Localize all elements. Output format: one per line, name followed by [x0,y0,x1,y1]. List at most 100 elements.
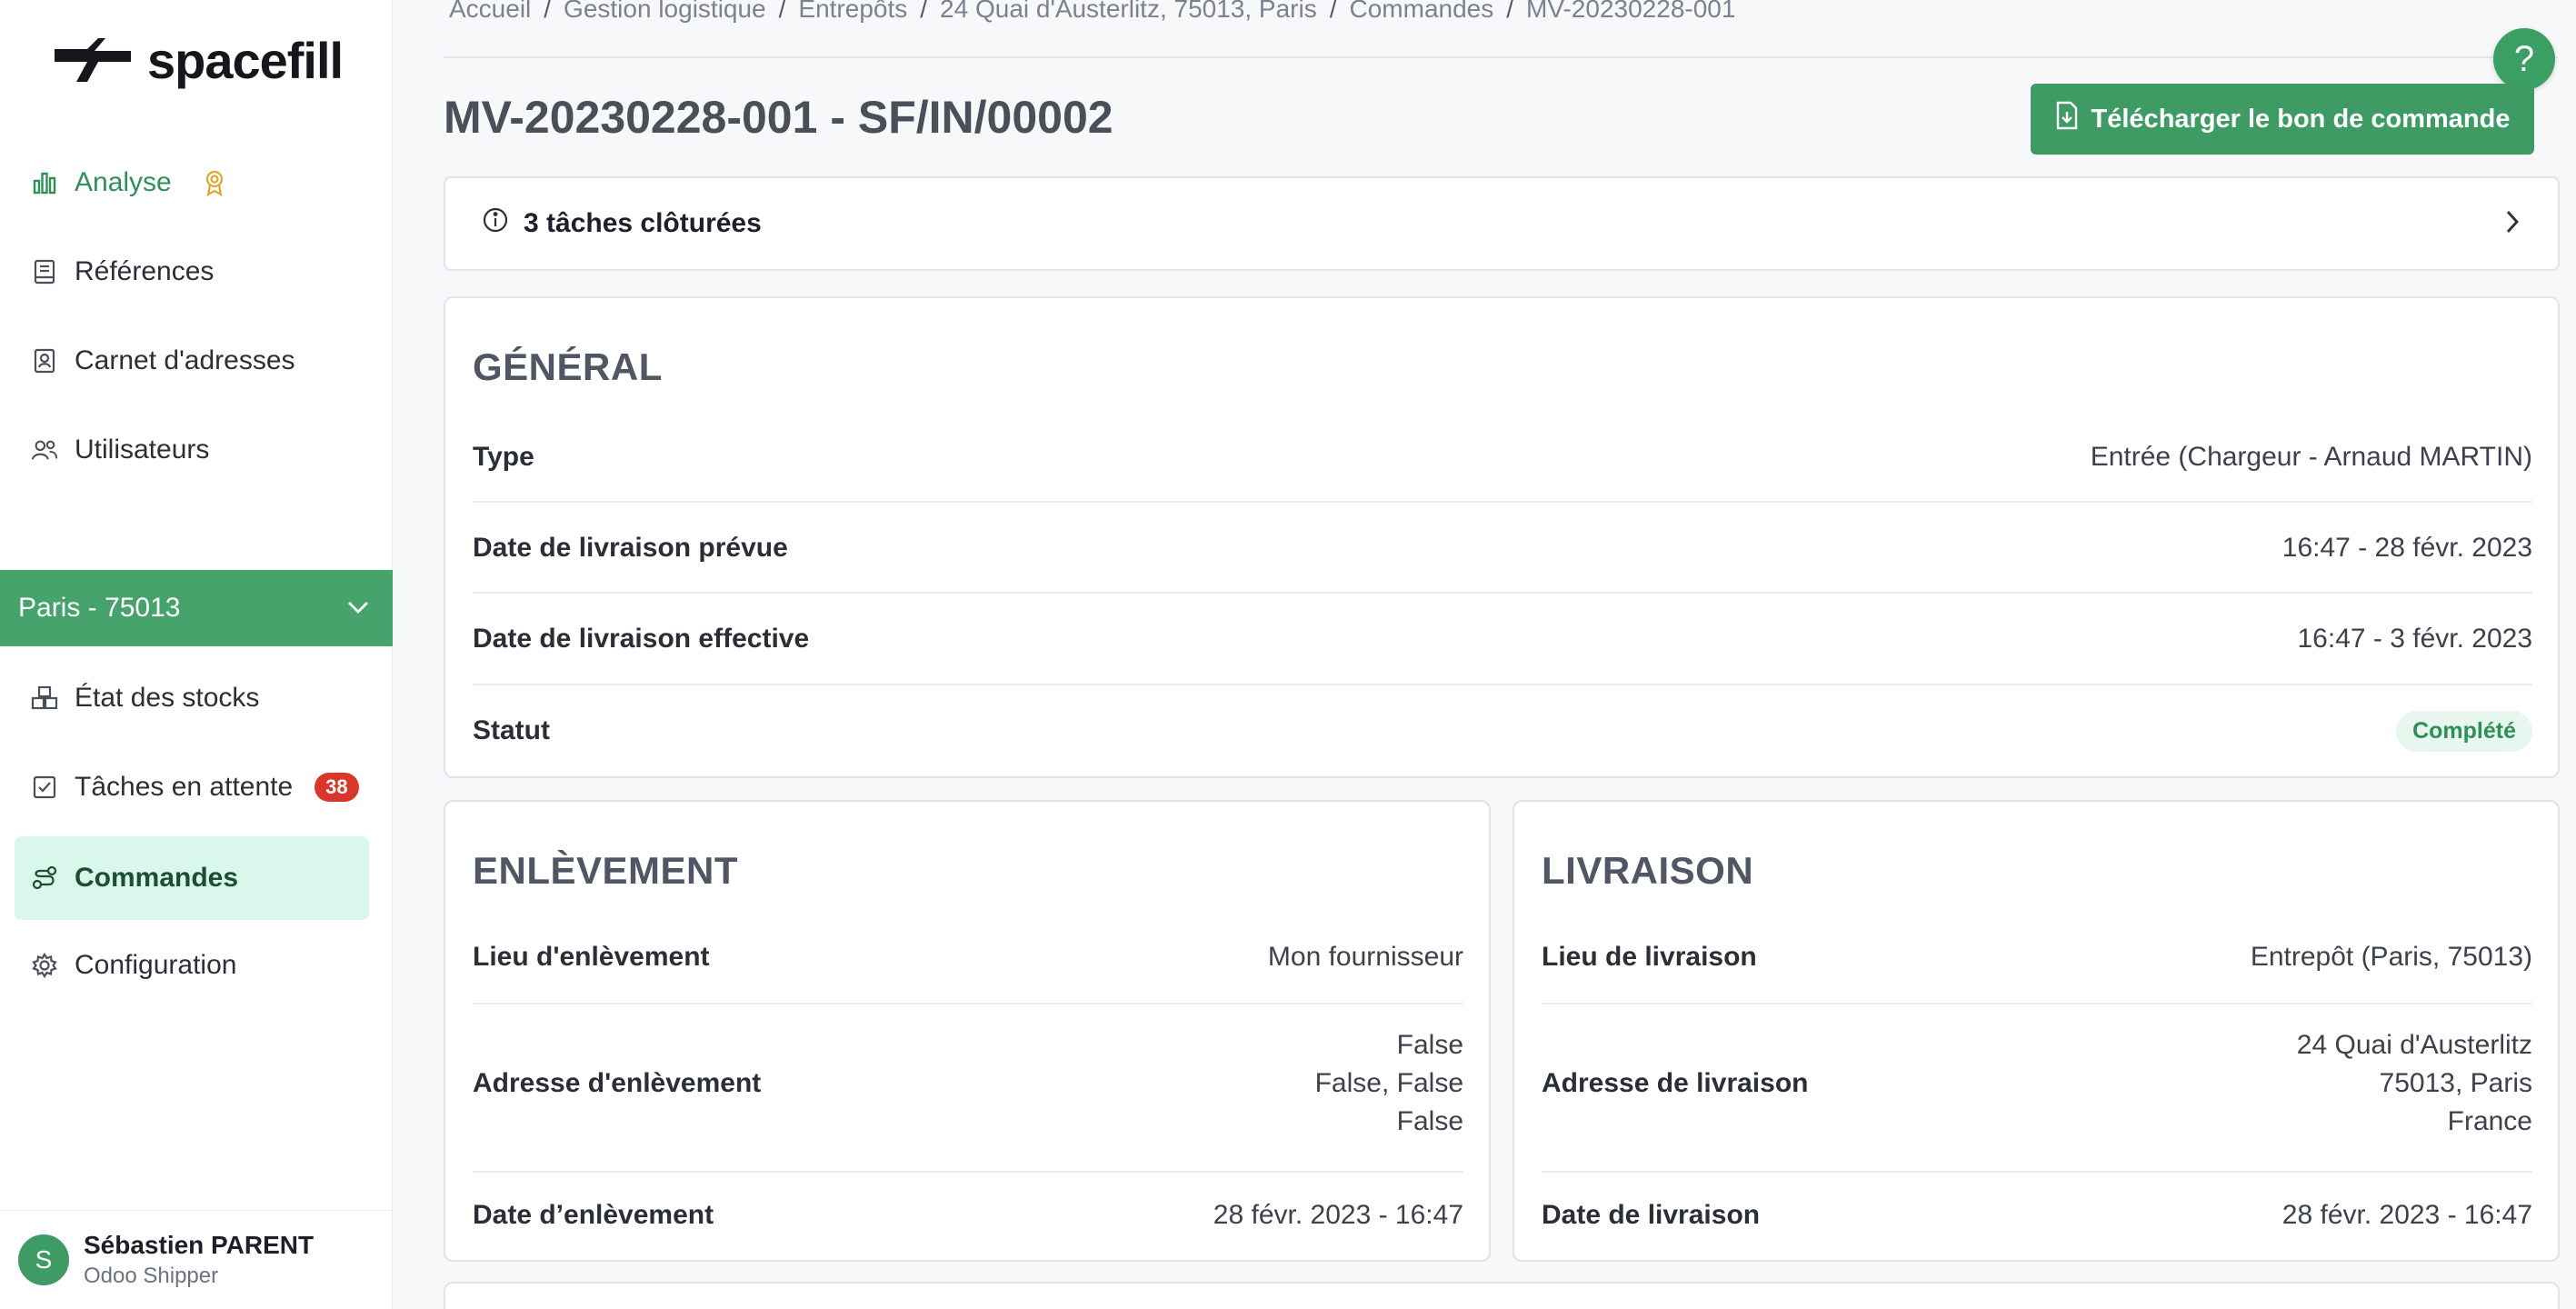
general-row-effective-date: Date de livraison effective 16:47 - 3 fé… [473,616,2532,662]
sidebar-item-label: Configuration [75,950,237,980]
row-label: Lieu d'enlèvement [473,942,710,972]
sidebar-item-analyse[interactable]: Analyse [15,141,369,225]
pending-tasks-count-badge: 38 [315,773,359,802]
breadcrumb-item-orders[interactable]: Commandes [1350,0,1494,31]
row-label: Lieu de livraison [1542,942,1757,972]
address-line: False [1396,1030,1463,1060]
general-card: GÉNÉRAL Type Entrée (Chargeur - Arnaud M… [444,296,2560,778]
sidebar-item-address-book[interactable]: Carnet d'adresses [15,319,369,403]
row-value: 16:47 - 3 févr. 2023 [2297,624,2532,654]
delivery-card: LIVRAISON Lieu de livraison Entrepôt (Pa… [1513,800,2560,1262]
spacefill-logo[interactable]: spacefill [51,31,344,89]
breadcrumb-item-home[interactable]: Accueil [449,0,531,31]
pickup-card: ENLÈVEMENT Lieu d'enlèvement Mon fournis… [444,800,1491,1262]
breadcrumb-separator: / [778,0,786,23]
breadcrumb-divider [444,56,2558,58]
download-order-button[interactable]: Télécharger le bon de commande [2031,84,2534,155]
delivery-row-date: Date de livraison 28 févr. 2023 - 16:47 [1542,1193,2532,1238]
closed-tasks-bar[interactable]: 3 tâches clôturées [444,176,2560,271]
bar-chart-icon [31,169,58,196]
general-row-planned-date: Date de livraison prévue 16:47 - 28 févr… [473,525,2532,571]
delivery-row-place: Lieu de livraison Entrepôt (Paris, 75013… [1542,934,2532,980]
breadcrumb: Accueil / Gestion logistique / Entrepôts… [449,0,1735,31]
address-value: False False, False False [1315,1026,1463,1141]
row-value: Mon fournisseur [1267,942,1463,972]
row-divider [1542,1171,2532,1173]
route-icon [31,864,58,892]
sidebar-item-stock-state[interactable]: État des stocks [15,656,369,740]
page-title: MV-20230228-001 - SF/IN/00002 [444,92,1113,143]
breadcrumb-separator: / [544,0,552,23]
breadcrumb-separator: / [1506,0,1514,23]
breadcrumb-item-warehouses[interactable]: Entrepôts [798,0,907,31]
row-divider [473,1171,1463,1173]
general-title: GÉNÉRAL [473,345,663,388]
sidebar-item-users[interactable]: Utilisateurs [15,408,369,492]
status-badge: Complété [2396,710,2532,752]
breadcrumb-separator: / [920,0,928,23]
sidebar-item-label: Références [75,256,215,286]
row-label: Adresse d'enlèvement [473,1068,762,1098]
row-label: Date de livraison effective [473,624,810,654]
spacefill-logo-icon [55,38,131,82]
row-label: Date d’enlèvement [473,1200,714,1230]
row-divider [473,501,2532,503]
closed-tasks-label: 3 tâches clôturées [524,208,762,238]
brand-name: spacefill [147,31,344,89]
pickup-row-place: Lieu d'enlèvement Mon fournisseur [473,934,1463,980]
sidebar-item-references[interactable]: Références [15,230,369,314]
address-value: 24 Quai d'Austerlitz 75013, Paris France [2297,1026,2532,1141]
contact-book-icon [31,347,58,375]
sidebar-item-orders[interactable]: Commandes [15,836,369,920]
breadcrumb-item-logistics[interactable]: Gestion logistique [564,0,766,31]
checkbox-icon [31,774,58,801]
breadcrumb-separator: / [1329,0,1337,23]
row-label: Date de livraison [1542,1200,1761,1230]
general-row-type: Type Entrée (Chargeur - Arnaud MARTIN) [473,435,2532,480]
download-order-label: Télécharger le bon de commande [2091,104,2511,134]
help-button[interactable]: ? [2493,28,2555,90]
gear-icon [31,952,58,979]
user-role: Odoo Shipper [84,1264,219,1288]
users-icon [31,436,58,464]
sidebar-item-label: Analyse [75,167,172,197]
address-line: 75013, Paris [2379,1068,2532,1098]
row-label: Adresse de livraison [1542,1068,1809,1098]
row-label: Statut [473,715,550,745]
pickup-row-address: Adresse d'enlèvement False False, False … [473,1025,1463,1142]
site-selector-label: Paris - 75013 [18,593,181,623]
row-value: 16:47 - 28 févr. 2023 [2281,533,2532,563]
award-icon [201,169,228,196]
chevron-right-icon [2503,208,2521,240]
pickup-row-date: Date d’enlèvement 28 févr. 2023 - 16:47 [473,1193,1463,1238]
address-line: False [1396,1106,1463,1136]
chevron-down-icon [345,593,371,624]
address-line: False, False [1314,1068,1463,1098]
sidebar-item-label: Utilisateurs [75,435,210,465]
sidebar-item-configuration[interactable]: Configuration [15,924,369,1007]
row-label: Date de livraison prévue [473,533,788,563]
site-selector[interactable]: Paris - 75013 [0,570,393,646]
sidebar-item-pending-tasks[interactable]: Tâches en attente 38 [15,745,369,829]
user-name: Sébastien PARENT [84,1231,315,1259]
boxes-icon [31,684,58,712]
avatar: S [18,1234,69,1285]
sidebar: spacefill Analyse Références Carnet d'ad… [0,0,393,1309]
address-line: 24 Quai d'Austerlitz [2296,1030,2532,1060]
row-value: Entrée (Chargeur - Arnaud MARTIN) [2090,442,2532,472]
sidebar-item-label: Carnet d'adresses [75,345,295,375]
delivery-title: LIVRAISON [1542,849,1754,892]
row-label: Type [473,442,534,472]
pickup-title: ENLÈVEMENT [473,849,739,892]
delivery-row-address: Adresse de livraison 24 Quai d'Austerlit… [1542,1025,2532,1142]
user-menu[interactable]: S Sébastien PARENT Odoo Shipper [0,1210,393,1309]
breadcrumb-item-current: MV-20230228-001 [1526,0,1736,23]
row-value: 28 févr. 2023 - 16:47 [2281,1200,2532,1230]
row-divider [473,684,2532,685]
sidebar-item-label: Tâches en attente [75,772,294,802]
breadcrumb-item-warehouse[interactable]: 24 Quai d'Austerlitz, 75013, Paris [940,0,1317,31]
file-download-icon [2055,101,2079,137]
address-line: France [2447,1106,2532,1136]
sidebar-item-label: Commandes [75,863,239,893]
row-value: Entrepôt (Paris, 75013) [2250,942,2532,972]
